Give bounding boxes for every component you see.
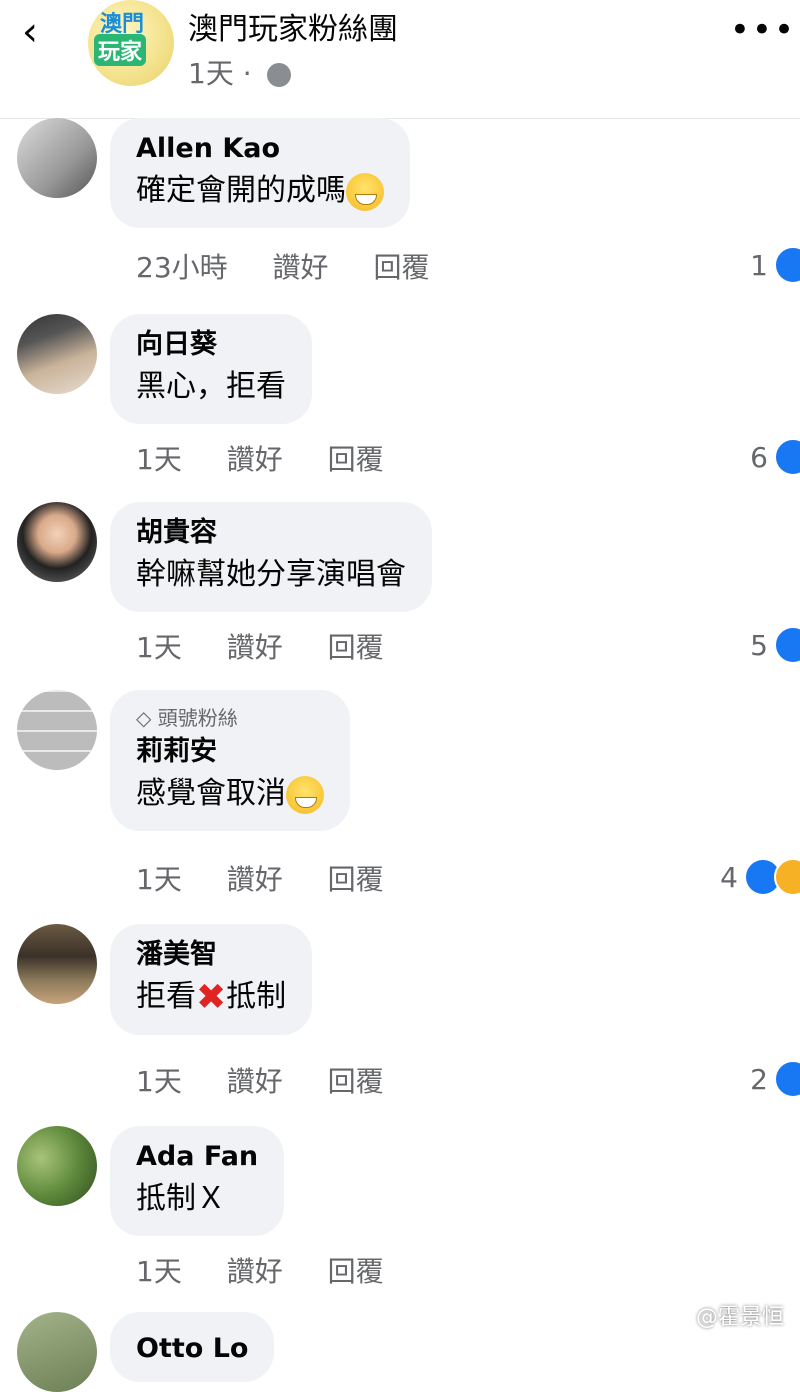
back-button[interactable]: ‹ (22, 12, 62, 54)
reaction-number: 5 (750, 628, 768, 662)
avatar[interactable] (17, 1126, 97, 1206)
like-button[interactable]: 讚好 (273, 251, 329, 284)
group-name[interactable]: 澳門玩家粉絲團 (188, 4, 398, 48)
top-fan-badge: ◇ 頭號粉絲 (136, 702, 324, 731)
commenter-name[interactable]: 胡貴容 (136, 514, 406, 552)
like-icon (774, 246, 800, 284)
like-button[interactable]: 讚好 (227, 631, 283, 664)
reaction-number: 4 (720, 860, 738, 894)
more-options-button[interactable]: ••• (730, 10, 796, 50)
group-avatar[interactable]: 澳門 玩家 (88, 0, 174, 86)
commenter-name[interactable]: 潘美智 (136, 936, 286, 974)
comment-text: 確定會開的成嗎 (136, 168, 384, 214)
comment-bubble: 向日葵 黑心，拒看 (110, 314, 312, 424)
comment-text: 感覺會取消 (136, 771, 324, 817)
diamond-icon: ◇ (136, 706, 152, 730)
reply-button[interactable]: 回覆 (328, 443, 384, 476)
reaction-count[interactable]: 2 (750, 1060, 800, 1098)
comment-time: 23小時 (136, 251, 228, 284)
reply-button[interactable]: 回覆 (328, 1255, 384, 1288)
commenter-name[interactable]: Allen Kao (136, 130, 384, 168)
watermark: @霍景恒 (695, 1305, 784, 1330)
like-button[interactable]: 讚好 (227, 443, 283, 476)
avatar[interactable] (17, 314, 97, 394)
comment-text: 拒看✖抵制 (136, 974, 286, 1021)
reply-button[interactable]: 回覆 (328, 1065, 384, 1098)
comment-bubble: Otto Lo (110, 1312, 275, 1382)
comment-time: 1天 (136, 631, 182, 664)
comment-actions: 1天 讚好 回覆 (136, 626, 420, 666)
like-icon (774, 438, 800, 476)
post-header: ‹ 澳門 玩家 澳門玩家粉絲團 1天 · ••• (0, 0, 800, 119)
meta-separator: · (242, 57, 252, 90)
reaction-count[interactable]: 4 (720, 858, 800, 896)
comment-actions: 23小時 讚好 回覆 (136, 246, 465, 286)
reaction-number: 6 (750, 440, 768, 474)
comment-actions: 1天 讚好 回覆 (136, 438, 420, 478)
grinning-sweat-emoji-icon (286, 775, 324, 814)
comment-bubble: 胡貴容 幹嘛幫她分享演唱會 (110, 502, 432, 612)
comment-time: 1天 (136, 1255, 182, 1288)
comment-bubble: Ada Fan 抵制Ｘ (110, 1126, 285, 1236)
comment-text: 幹嘛幫她分享演唱會 (136, 557, 406, 592)
avatar[interactable] (17, 502, 97, 582)
commenter-name[interactable]: Otto Lo (136, 1330, 248, 1368)
post-meta: 1天 · (188, 52, 291, 92)
reply-button[interactable]: 回覆 (373, 251, 429, 284)
logo-line-2: 玩家 (94, 34, 147, 66)
avatar[interactable] (17, 924, 97, 1004)
comment-bubble: 潘美智 拒看✖抵制 (110, 924, 313, 1035)
grinning-sweat-emoji-icon (346, 172, 384, 211)
comment-text: 黑心，拒看 (136, 369, 286, 404)
avatar[interactable] (17, 118, 97, 198)
reaction-number: 2 (750, 1062, 768, 1096)
globe-icon (266, 63, 291, 87)
like-button[interactable]: 讚好 (227, 1065, 283, 1098)
more-horizontal-icon: ••• (729, 10, 796, 50)
commenter-name[interactable]: 向日葵 (136, 326, 286, 364)
haha-icon (774, 858, 800, 896)
reaction-count[interactable]: 5 (750, 626, 800, 664)
avatar[interactable] (17, 690, 97, 770)
like-icon (774, 1060, 800, 1098)
reply-button[interactable]: 回覆 (328, 631, 384, 664)
like-button[interactable]: 讚好 (227, 1255, 283, 1288)
comment-time: 1天 (136, 863, 182, 896)
post-time: 1天 (188, 57, 234, 90)
comment-actions: 1天 讚好 回覆 (136, 1250, 420, 1290)
like-button[interactable]: 讚好 (227, 863, 283, 896)
comment-actions: 1天 讚好 回覆 (136, 858, 420, 898)
reply-button[interactable]: 回覆 (328, 863, 384, 896)
commenter-name[interactable]: Ada Fan (136, 1138, 258, 1176)
comment-time: 1天 (136, 1065, 182, 1098)
comment-bubble: ◇ 頭號粉絲 莉莉安 感覺會取消 (110, 690, 350, 831)
reaction-number: 1 (750, 248, 768, 282)
avatar[interactable] (17, 1312, 97, 1392)
comment-bubble: Allen Kao 確定會開的成嗎 (110, 118, 410, 228)
badge-label: 頭號粉絲 (157, 706, 238, 730)
reaction-count[interactable]: 1 (750, 246, 800, 284)
comment-text: 抵制Ｘ (136, 1181, 226, 1216)
like-icon (774, 626, 800, 664)
comment-actions: 1天 讚好 回覆 (136, 1060, 420, 1100)
reaction-count[interactable]: 6 (750, 438, 800, 476)
cross-mark-icon: ✖ (196, 976, 227, 1018)
commenter-name[interactable]: 莉莉安 (136, 733, 324, 771)
comment-time: 1天 (136, 443, 182, 476)
